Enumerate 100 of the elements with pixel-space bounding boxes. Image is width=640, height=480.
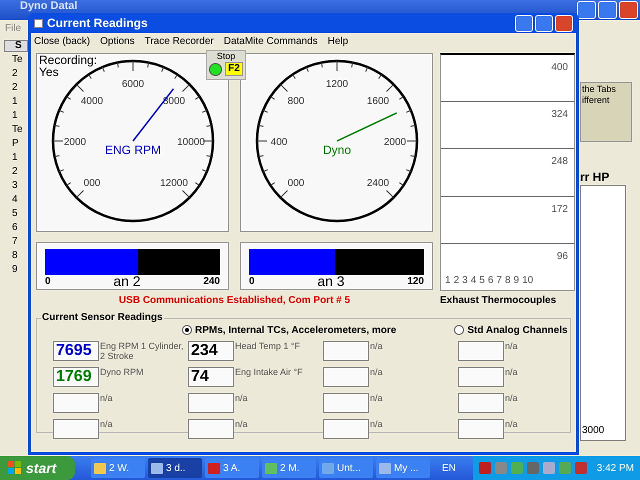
axis-label: 5 <box>479 274 485 288</box>
scale-label: 4000 <box>80 96 104 107</box>
menu-item[interactable]: DataMite Commands <box>224 34 318 49</box>
reading-field <box>53 393 99 413</box>
reading-label: n/a <box>99 393 114 403</box>
taskbar-button[interactable]: 2 M. <box>262 458 316 478</box>
menu-item[interactable]: Help <box>328 34 348 49</box>
recording-value: Yes <box>39 66 59 78</box>
reading-label: n/a <box>99 419 114 429</box>
reading-label: n/a <box>369 367 384 377</box>
group-title: Current Sensor Readings <box>41 312 164 324</box>
text-fragment: 3 <box>11 179 19 192</box>
start-button[interactable]: start <box>0 456 75 480</box>
reading-label: n/a <box>369 393 384 403</box>
scale-label: 12000 <box>160 178 188 189</box>
axis-label: 7 <box>496 274 502 288</box>
menu-item[interactable]: Options <box>100 34 135 49</box>
text-fragment: 9 <box>11 263 19 276</box>
reading-field <box>458 341 504 361</box>
reading-field <box>188 393 234 413</box>
reading-label: n/a <box>504 367 519 377</box>
minimize-button[interactable] <box>515 14 533 32</box>
text-fragment: 5 <box>11 207 19 220</box>
taskbar-button[interactable]: 3 d.. <box>148 458 202 478</box>
axis-label: 3000 <box>582 424 604 438</box>
radio-option[interactable]: Std Analog Channels <box>454 322 568 338</box>
axis-label: 10 <box>522 274 534 288</box>
windows-logo-icon <box>8 461 22 475</box>
menu-item[interactable]: Trace Recorder <box>144 34 214 49</box>
axis-label: 8 <box>504 274 510 288</box>
reading-field <box>323 393 369 413</box>
menu-item[interactable]: Close (back) <box>34 34 90 49</box>
tray-icon[interactable] <box>478 462 491 474</box>
app-icon <box>379 462 391 474</box>
text-fragment: 1 <box>11 151 19 164</box>
text-fragment: 2 <box>11 67 19 80</box>
app-icon <box>265 462 277 474</box>
text-fragment: P <box>11 137 20 150</box>
reading-field <box>323 341 369 361</box>
scale-label: 400 <box>270 137 288 148</box>
scale-label: 2400 <box>366 178 390 189</box>
text-fragment: 8 <box>11 249 19 262</box>
reading-field <box>458 419 504 439</box>
axis-label: 9 <box>514 274 520 288</box>
close-button[interactable] <box>619 1 638 19</box>
scale-label: 10000 <box>177 137 205 148</box>
radio-option[interactable]: RPMs, Internal TCs, Accelerometers, more <box>182 322 396 338</box>
language-indicator[interactable]: EN <box>442 460 456 476</box>
scale-label: 6000 <box>122 79 144 90</box>
radio-button[interactable] <box>182 325 192 335</box>
chart-title: Exhaust Thermocouples <box>440 294 558 308</box>
radio-button[interactable] <box>454 325 464 335</box>
bar-max: 120 <box>407 275 424 288</box>
reading-label: n/a <box>504 419 519 429</box>
status-message: USB Communications Established, Com Port # 5 <box>118 294 352 308</box>
reading-label: n/a <box>369 419 384 429</box>
reading-label: n/a <box>504 341 519 351</box>
reading-field <box>458 367 504 387</box>
taskbar-button[interactable]: My ... <box>376 458 430 478</box>
stop-label: Stop <box>216 51 236 62</box>
axis-label: 3 <box>462 274 468 288</box>
scale-label: 8000 <box>162 96 186 107</box>
window-title: Dyno Datal <box>20 0 78 12</box>
scale-label: 000 <box>84 178 100 189</box>
reading-label: n/a <box>234 393 249 403</box>
scale-label: 2000 <box>64 137 86 148</box>
axis-label: 96 <box>556 250 568 264</box>
reading-field <box>458 393 504 413</box>
app-icon <box>151 462 163 474</box>
taskbar-button[interactable]: 2 W. <box>91 458 145 478</box>
reading-field <box>323 419 369 439</box>
scale-label: 2000 <box>384 137 406 148</box>
recording-label: Recording: <box>39 54 98 66</box>
text-fragment: 6 <box>11 221 19 234</box>
scale-label: 1600 <box>366 96 390 107</box>
close-button[interactable] <box>555 14 573 32</box>
minimize-button[interactable] <box>577 1 596 19</box>
axis-label: 324 <box>551 108 568 122</box>
reading-field <box>188 419 234 439</box>
clock: 3:42 PM <box>596 462 634 476</box>
text-fragment: 2 <box>11 165 19 178</box>
axis-label: 400 <box>551 61 568 75</box>
window-title: Current Readings <box>47 15 149 32</box>
text-fragment: Te <box>11 53 24 66</box>
window-icon <box>34 18 43 28</box>
axis-label: 6 <box>488 274 494 288</box>
reading-label: Eng RPM 1 Cylinder, 2 Stroke <box>99 341 185 361</box>
maximize-button[interactable] <box>535 14 553 32</box>
reading-field: 1769 <box>53 367 99 387</box>
scale-label: 000 <box>288 178 304 189</box>
axis-label: 2 <box>454 274 460 288</box>
restore-button[interactable] <box>598 1 617 19</box>
axis-label: 172 <box>551 202 568 217</box>
app-icon <box>322 462 334 474</box>
reading-label: Dyno RPM <box>99 367 145 377</box>
taskbar-button[interactable]: Unt... <box>319 458 373 478</box>
reading-field: 7695 <box>53 341 99 361</box>
taskbar-button[interactable]: 3 A. <box>205 458 259 478</box>
tab-button[interactable]: S <box>4 40 28 52</box>
note-text: the Tabs <box>582 84 617 95</box>
